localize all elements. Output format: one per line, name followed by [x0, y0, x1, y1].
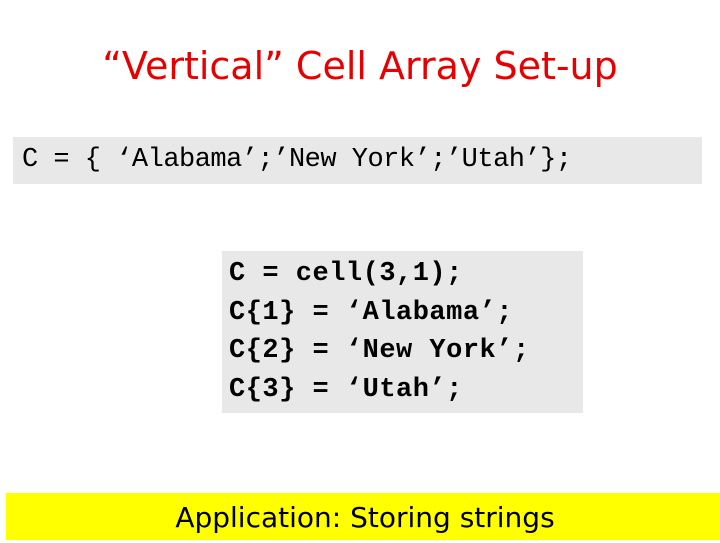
code-line: C{1} = ‘Alabama’;	[229, 297, 513, 328]
code-line: C{3} = ‘Utah’;	[229, 374, 463, 405]
code-line: C{2} = ‘New York’;	[229, 336, 530, 366]
inline-code-statement: C = { ‘Alabama’;’New York’;’Utah’};	[22, 145, 572, 175]
slide-title: “Vertical” Cell Array Set-up	[102, 44, 618, 88]
application-banner-text: Application: Storing strings	[175, 501, 555, 534]
code-line: C = cell(3,1);	[229, 259, 463, 289]
code-block: C = cell(3,1); C{1} = ‘Alabama’; C{2} = …	[229, 255, 530, 409]
